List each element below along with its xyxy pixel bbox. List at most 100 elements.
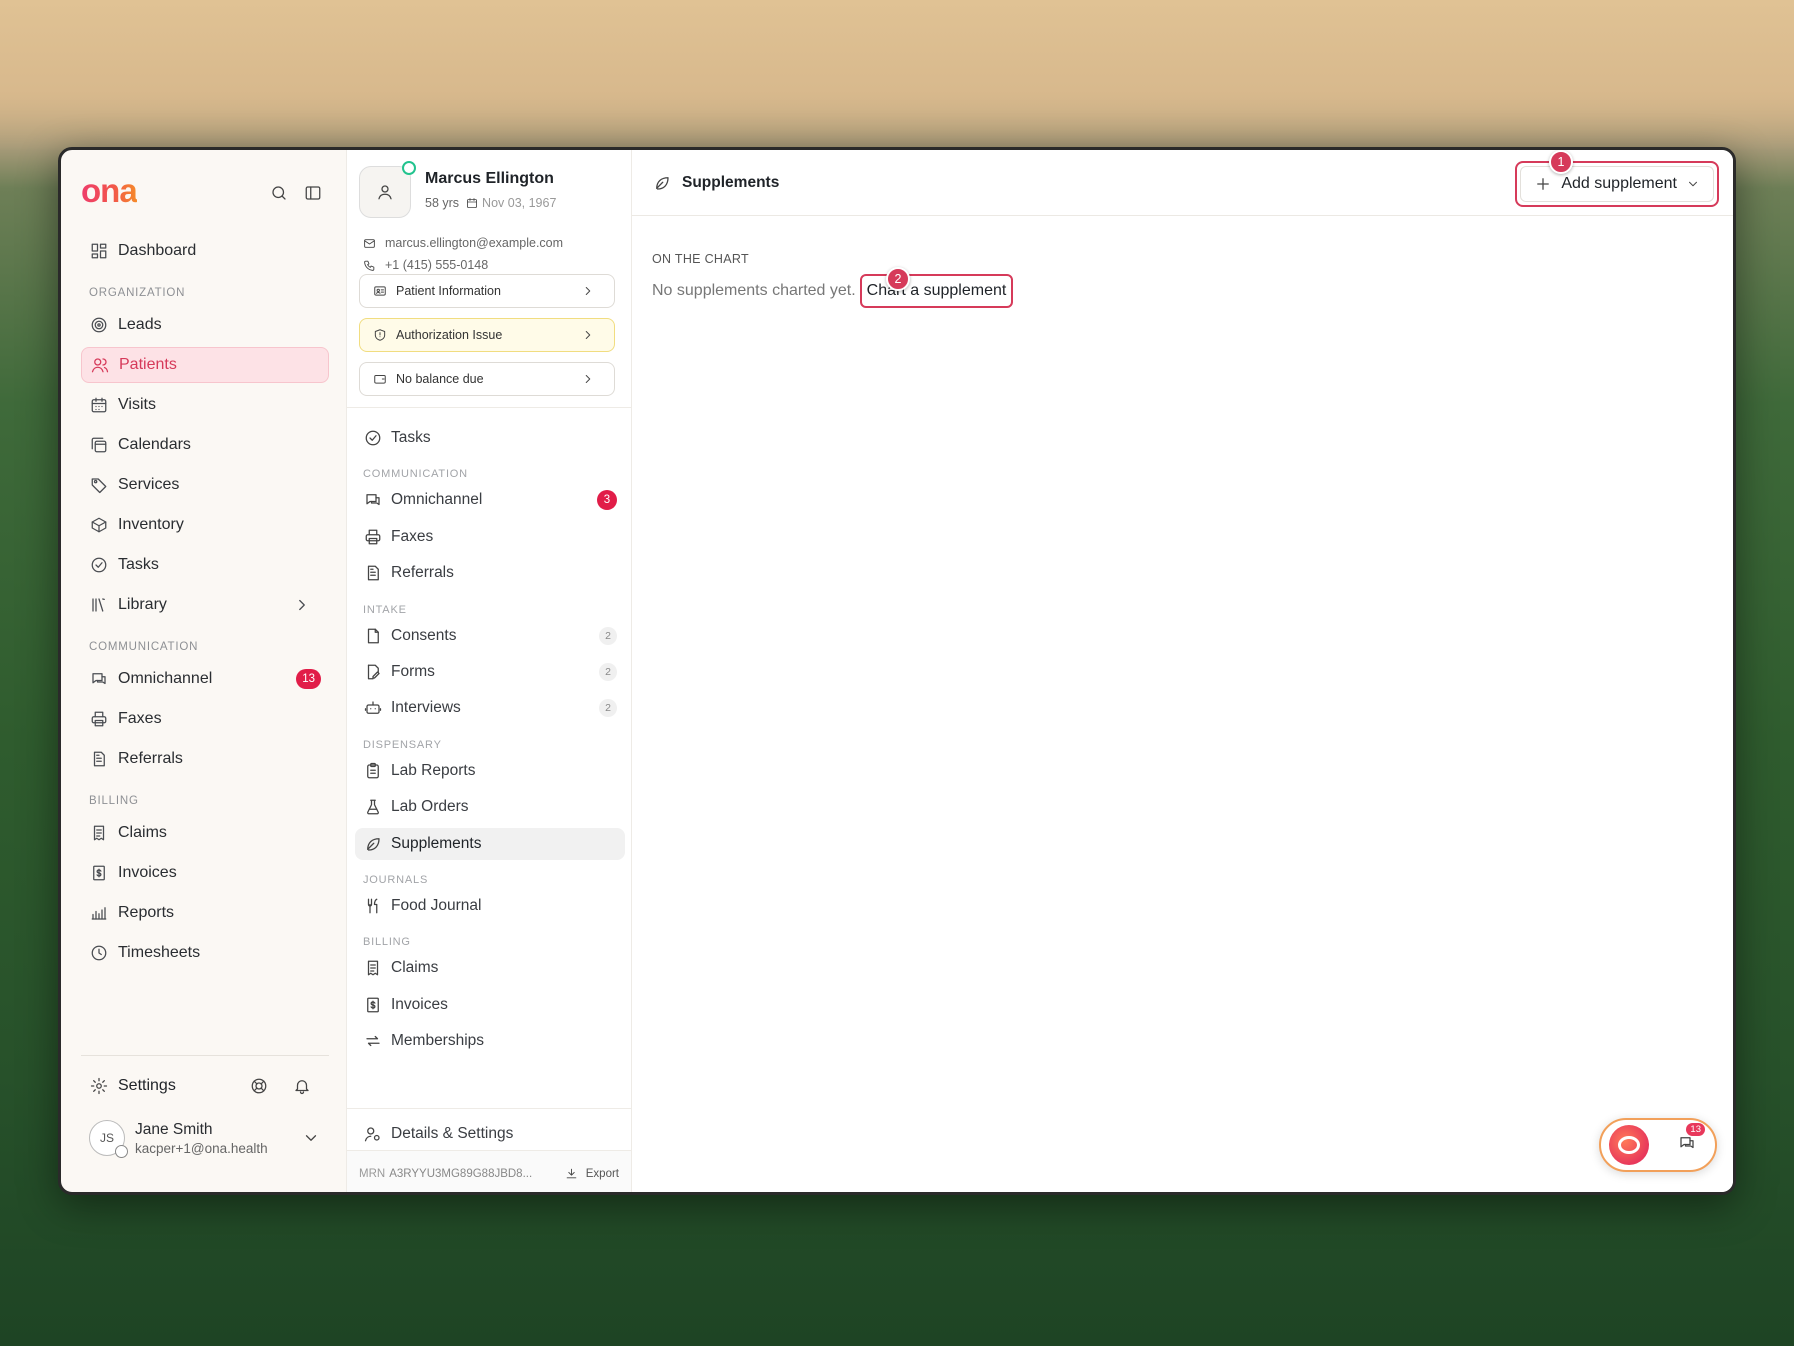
- patient-email[interactable]: marcus.ellington@example.com: [385, 236, 563, 250]
- mrn-value[interactable]: A3RYYU3MG89G88JBD8...: [389, 1168, 532, 1180]
- patient-information-card[interactable]: Patient Information: [359, 274, 615, 308]
- background-sky: [0, 0, 1794, 150]
- sidebar-item-leads[interactable]: Leads: [81, 307, 329, 343]
- patient-nav-interviews[interactable]: Interviews 2: [355, 692, 625, 724]
- chevron-right-icon: [578, 325, 598, 345]
- sidebar-item-omnichannel[interactable]: Omnichannel 13: [81, 661, 329, 697]
- balance-card[interactable]: No balance due: [359, 362, 615, 396]
- patient-nav-section-heading: COMMUNICATION: [363, 468, 468, 481]
- sidebar-item-label: Services: [118, 476, 180, 493]
- patient-nav-faxes[interactable]: Faxes: [355, 521, 625, 553]
- patient-nav-lab-reports[interactable]: Lab Reports: [355, 755, 625, 787]
- patient-nav-consents[interactable]: Consents 2: [355, 620, 625, 652]
- sidebar-item-faxes[interactable]: Faxes: [81, 701, 329, 737]
- sidebar-bottom: Settings JS Jane Smith kacper+1@ona.heal…: [81, 1055, 329, 1158]
- phone-icon: [359, 255, 379, 275]
- authorization-issue-card[interactable]: Authorization Issue: [359, 318, 615, 352]
- bell-icon[interactable]: [292, 1076, 312, 1096]
- sidebar-item-label: Leads: [118, 316, 162, 333]
- document-icon: [89, 749, 109, 769]
- search-icon[interactable]: [269, 183, 289, 203]
- tag-icon: [89, 475, 109, 495]
- user-icon: [375, 182, 395, 202]
- sidebar-top-icons: [269, 183, 323, 203]
- sidebar-section-heading: ORGANIZATION: [89, 287, 186, 299]
- sidebar-item-claims[interactable]: Claims: [81, 815, 329, 851]
- calendars-icon: [89, 435, 109, 455]
- export-button[interactable]: Export: [562, 1164, 619, 1184]
- invoice-icon: [89, 863, 109, 883]
- patient-nav-food-journal[interactable]: Food Journal: [355, 890, 625, 922]
- patient-nav-memberships[interactable]: Memberships: [355, 1025, 625, 1057]
- patient-avatar[interactable]: [359, 161, 416, 218]
- receipt-icon: [89, 823, 109, 843]
- status-clock-icon: [115, 1145, 128, 1158]
- repeat-icon: [363, 1031, 383, 1051]
- patient-nav-section-heading: JOURNALS: [363, 873, 429, 886]
- sidebar-item-invoices[interactable]: Invoices: [81, 855, 329, 891]
- settings-link[interactable]: Settings: [118, 1077, 176, 1095]
- online-status-dot: [402, 161, 416, 175]
- patient-nav-section-heading: INTAKE: [363, 603, 407, 616]
- patient-nav-label: Claims: [391, 959, 439, 977]
- patient-nav-label: Interviews: [391, 699, 461, 717]
- chat-icon[interactable]: 13: [1677, 1123, 1705, 1157]
- sidebar-item-tasks[interactable]: Tasks: [81, 547, 329, 583]
- patient-nav-omnichannel[interactable]: Omnichannel 3: [355, 484, 625, 516]
- help-lifebuoy-icon[interactable]: [249, 1076, 269, 1096]
- sidebar-toggle-icon[interactable]: [303, 183, 323, 203]
- sidebar-item-calendars[interactable]: Calendars: [81, 427, 329, 463]
- patient-nav-supplements[interactable]: Supplements: [355, 827, 625, 860]
- sidebar-item-inventory[interactable]: Inventory: [81, 507, 329, 543]
- download-icon: [562, 1164, 582, 1184]
- patient-panel: Marcus Ellington 58 yrs Nov 03, 1967 mar…: [346, 150, 632, 1192]
- file-icon: [363, 626, 383, 646]
- sidebar-item-library[interactable]: Library: [81, 587, 329, 623]
- sidebar-section-heading: BILLING: [89, 795, 139, 807]
- patient-nav-section-heading: BILLING: [363, 936, 411, 949]
- chevron-down-icon: [1685, 174, 1701, 194]
- chevron-down-icon[interactable]: [301, 1128, 321, 1148]
- settings-row: Settings: [81, 1068, 329, 1104]
- add-supplement-button[interactable]: Add supplement: [1520, 166, 1714, 202]
- check-circle-icon: [363, 428, 383, 448]
- ona-logo[interactable]: ona: [81, 172, 138, 210]
- users-icon: [90, 355, 110, 375]
- sidebar-item-label: Library: [118, 596, 167, 613]
- leaf-icon: [652, 173, 672, 193]
- details-settings-link[interactable]: Details & Settings: [363, 1118, 513, 1150]
- assistant-widget[interactable]: 13: [1599, 1118, 1717, 1172]
- patient-age: 58 yrs: [425, 196, 460, 210]
- sidebar-item-services[interactable]: Services: [81, 467, 329, 503]
- patient-nav: Tasks COMMUNICATION Omnichannel 3 Faxes Refer…: [355, 422, 625, 1061]
- patient-nav-referrals[interactable]: Referrals: [355, 557, 625, 589]
- shield-icon: [370, 325, 390, 345]
- sidebar-item-label: Claims: [118, 824, 167, 841]
- sidebar-item-timesheets[interactable]: Timesheets: [81, 935, 329, 971]
- divider: [347, 407, 631, 408]
- count-badge: 2: [599, 662, 617, 681]
- chat-badge: 13: [1686, 1123, 1705, 1136]
- sidebar-item-reports[interactable]: Reports: [81, 895, 329, 931]
- sidebar-item-label: Invoices: [118, 864, 177, 881]
- patient-nav-tasks[interactable]: Tasks: [355, 422, 625, 454]
- patient-nav-claims[interactable]: Claims: [355, 952, 625, 984]
- chart-supplement-link[interactable]: Chart a supplement: [859, 274, 1014, 308]
- sidebar-item-referrals[interactable]: Referrals: [81, 741, 329, 777]
- sidebar-item-label: Patients: [119, 356, 177, 373]
- patient-nav-invoices[interactable]: Invoices: [355, 989, 625, 1021]
- sidebar-item-patients[interactable]: Patients: [81, 347, 329, 383]
- user-menu[interactable]: JS Jane Smith kacper+1@ona.health: [81, 1120, 329, 1158]
- patient-footer: MRN A3RYYU3MG89G88JBD8... Export: [347, 1150, 631, 1192]
- patient-phone[interactable]: +1 (415) 555-0148: [385, 258, 488, 272]
- gear-icon: [89, 1076, 109, 1096]
- patient-nav-lab-orders[interactable]: Lab Orders: [355, 791, 625, 823]
- sidebar-item-visits[interactable]: Visits: [81, 387, 329, 423]
- sidebar-item-label: Dashboard: [118, 242, 197, 259]
- box-icon: [89, 515, 109, 535]
- calendar-icon: [465, 197, 478, 210]
- patient-nav-forms[interactable]: Forms 2: [355, 656, 625, 688]
- patient-nav-label: Supplements: [391, 834, 482, 852]
- assistant-logo-icon[interactable]: [1609, 1125, 1649, 1165]
- sidebar-item-dashboard[interactable]: Dashboard: [81, 233, 329, 269]
